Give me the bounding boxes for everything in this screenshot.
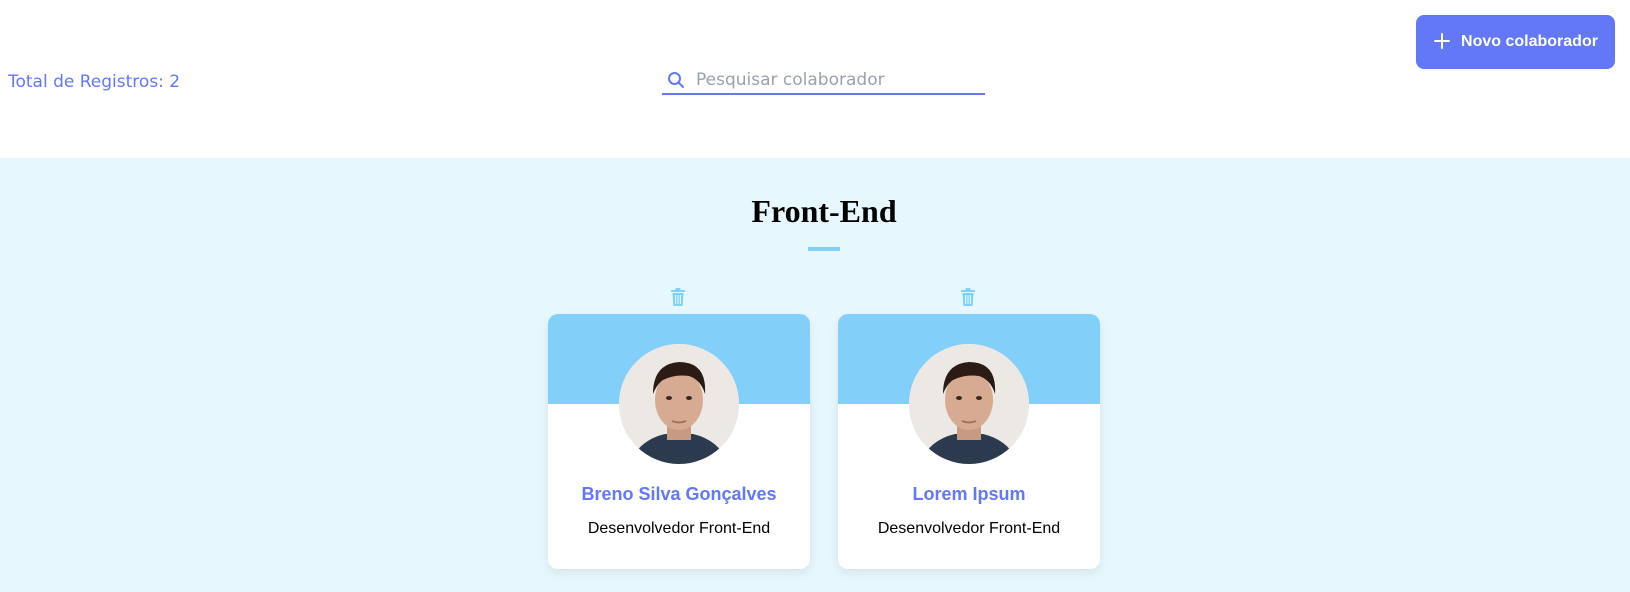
search-icon — [666, 70, 686, 90]
team-title-underline — [808, 247, 840, 251]
total-records-label: Total de Registros: 2 — [8, 72, 181, 92]
collaborator-role: Desenvolvedor Front-End — [877, 520, 1061, 537]
collaborator-name: Breno Silva Gonçalves — [581, 484, 777, 504]
top-bar: Total de Registros: 2 Novo colaborador — [0, 0, 1630, 158]
avatar — [619, 344, 739, 464]
search-field[interactable] — [662, 66, 985, 95]
collaborator-name: Lorem Ipsum — [912, 484, 1026, 504]
trash-icon[interactable] — [960, 288, 978, 306]
new-collaborator-button[interactable]: Novo colaborador — [1416, 15, 1615, 69]
team-title: Front-End — [751, 193, 897, 229]
collaborator-card: Lorem Ipsum Desenvolvedor Front-End — [838, 314, 1100, 569]
plus-icon — [1433, 28, 1451, 54]
trash-icon[interactable] — [670, 288, 688, 306]
collaborator-role: Desenvolvedor Front-End — [587, 520, 771, 537]
collaborator-card: Breno Silva Gonçalves Desenvolvedor Fron… — [548, 314, 810, 569]
new-collaborator-label: Novo colaborador — [1461, 33, 1598, 50]
team-section-front-end: Front-End Breno Silva Gonçalves Desenvol… — [0, 158, 1630, 592]
search-input[interactable] — [696, 69, 966, 90]
avatar — [909, 344, 1029, 464]
